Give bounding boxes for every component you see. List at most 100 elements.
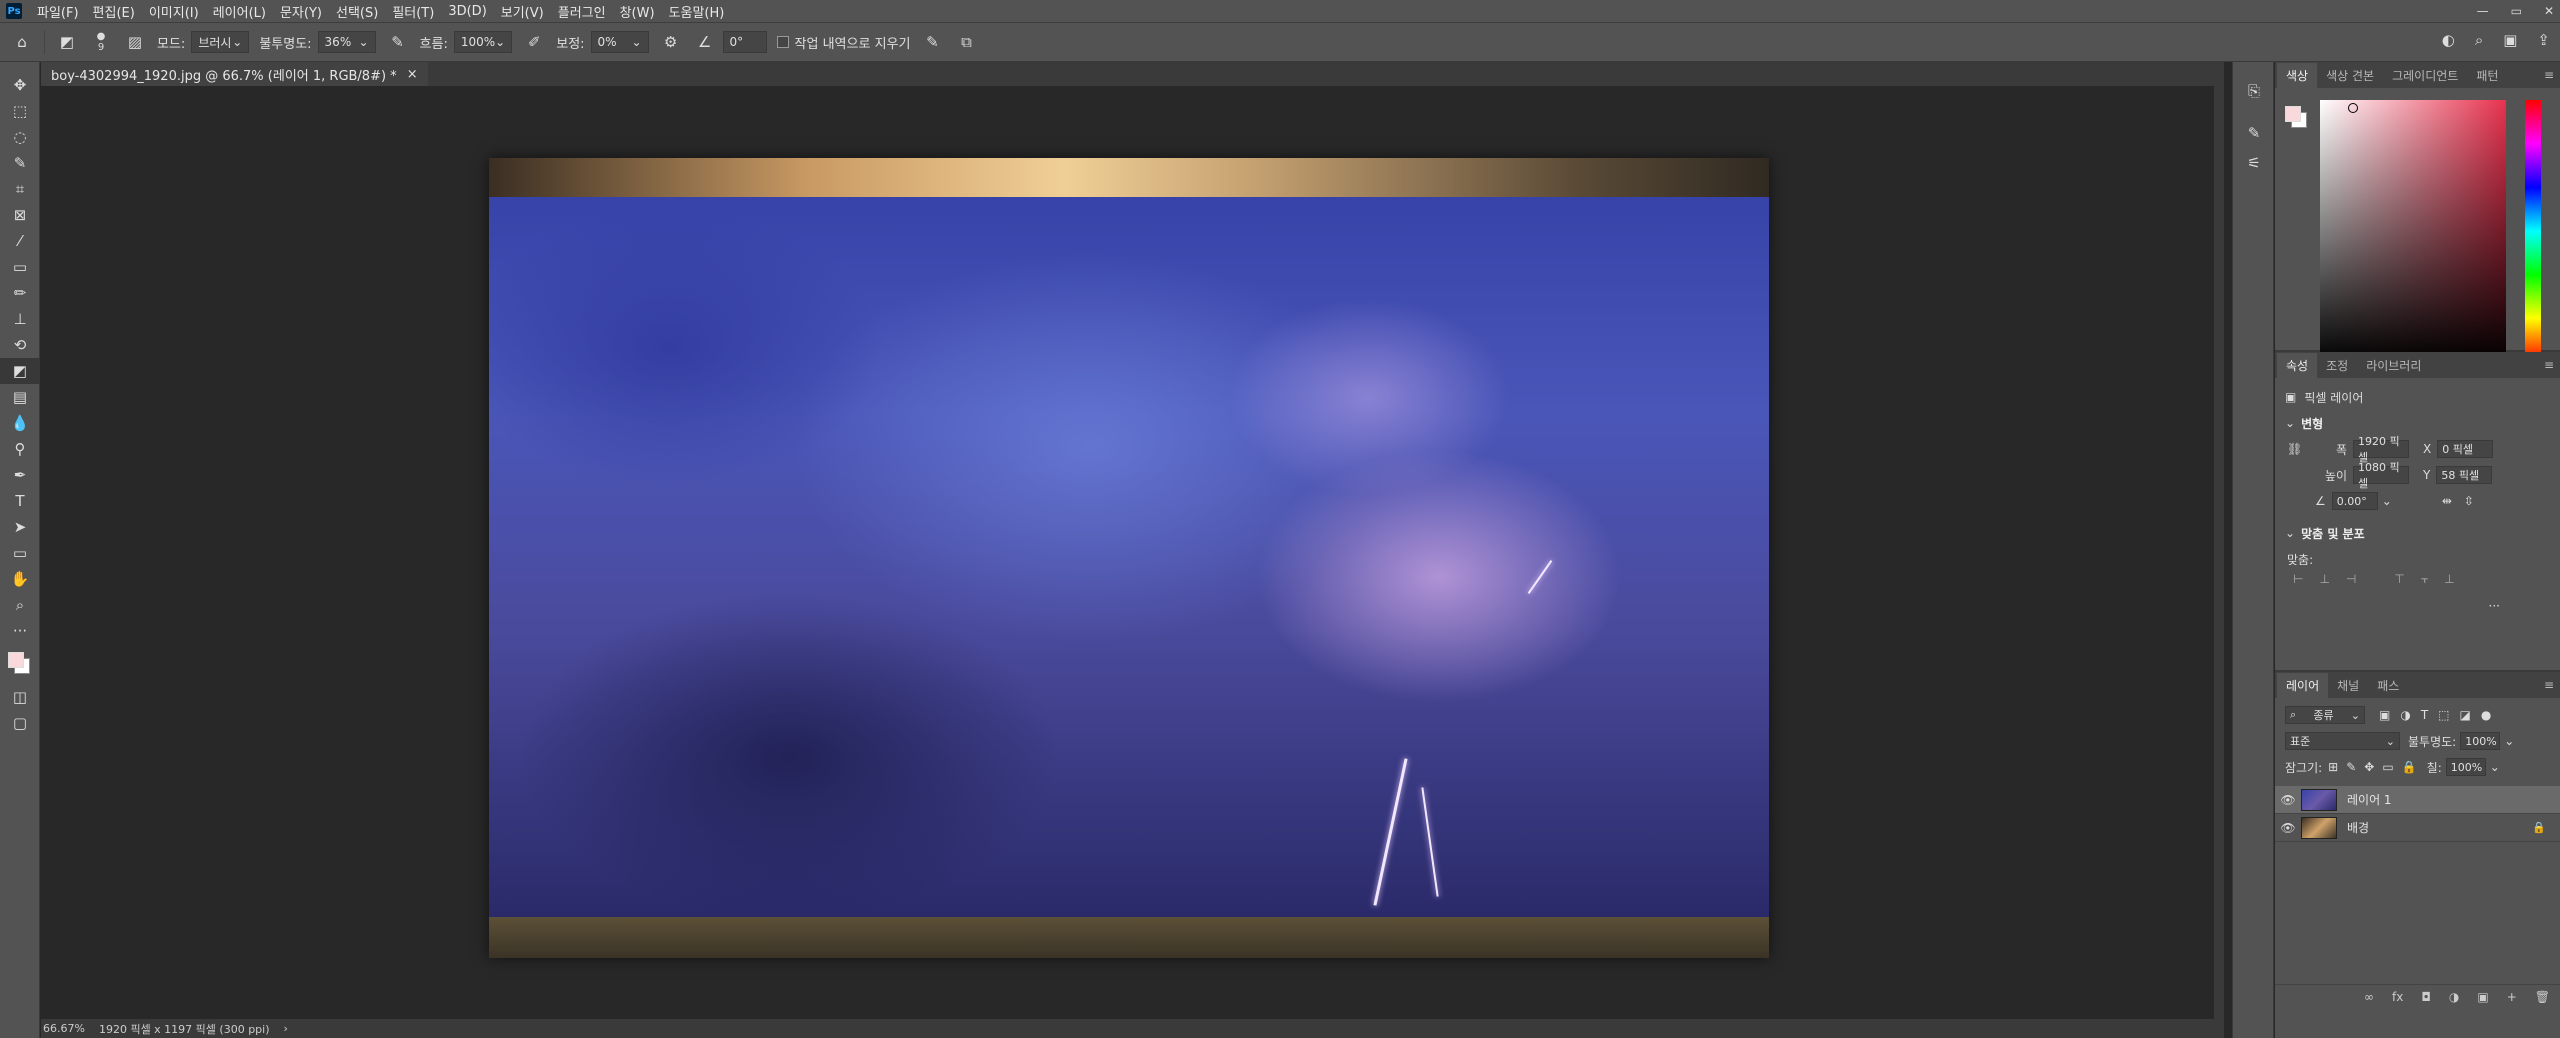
flow-field[interactable]: 100% ⌄ — [453, 31, 513, 53]
layer-style-icon[interactable]: fx — [2392, 990, 2403, 1004]
color-panel-foreground-swatch[interactable] — [2285, 106, 2301, 122]
menu-filter[interactable]: 필터(T) — [385, 2, 441, 21]
eyedropper-tool-icon[interactable]: ⁄ — [0, 228, 40, 254]
tab-properties[interactable]: 속성 — [2277, 353, 2318, 378]
history-brush-tool-icon[interactable]: ⟲ — [0, 332, 40, 358]
airbrush-icon[interactable]: ✐ — [522, 30, 546, 54]
tab-libraries[interactable]: 라이브러리 — [2357, 353, 2430, 378]
menu-layer[interactable]: 레이어(L) — [206, 2, 273, 21]
healing-tool-icon[interactable]: ▭ — [0, 254, 40, 280]
gear-icon[interactable]: ⚙ — [659, 30, 683, 54]
brush-settings-panel-icon[interactable]: ✎ — [2233, 118, 2275, 148]
tab-adjustments[interactable]: 조정 — [2317, 353, 2357, 378]
adjustment-layer-icon[interactable]: ◑ — [2449, 990, 2459, 1004]
menu-file[interactable]: 파일(F) — [30, 2, 86, 21]
document-tab[interactable]: boy-4302994_1920.jpg @ 66.7% (레이어 1, RGB… — [41, 62, 428, 86]
width-field[interactable]: 1920 픽셀 — [2353, 435, 2409, 464]
rotation-field[interactable]: 0.00° — [2331, 492, 2378, 510]
add-mask-icon[interactable]: ◘ — [2421, 990, 2431, 1004]
filter-adjust-icon[interactable]: ◑ — [2400, 708, 2410, 722]
delete-layer-icon[interactable]: 🗑 — [2535, 990, 2550, 1004]
zoom-level[interactable]: 66.67% — [43, 1022, 85, 1035]
workspace-icon[interactable]: ▣ — [2503, 31, 2517, 49]
marquee-tool-icon[interactable]: ⬚ — [0, 98, 40, 124]
search-icon[interactable]: ⌕ — [2475, 31, 2483, 49]
menu-plugins[interactable]: 플러그인 — [551, 2, 613, 21]
x-field[interactable]: 0 픽셀 — [2437, 440, 2494, 458]
visibility-eye-icon[interactable]: 👁 — [2275, 793, 2301, 807]
filter-type-icon[interactable]: T — [2421, 708, 2428, 722]
home-icon[interactable]: ⌂ — [10, 30, 34, 54]
more-tools-icon[interactable]: ··· — [0, 618, 40, 644]
menu-select[interactable]: 선택(S) — [329, 2, 385, 21]
panel-menu-icon[interactable]: ≡ — [2544, 678, 2554, 692]
flip-horizontal-icon[interactable]: ⇹ — [2442, 494, 2452, 508]
align-top-icon[interactable]: ⊤ — [2394, 572, 2404, 587]
menu-type[interactable]: 문자(Y) — [273, 2, 329, 21]
fill-field[interactable]: 100% — [2445, 758, 2486, 776]
angle-field[interactable]: 0° — [722, 31, 767, 53]
pressure-opacity-icon[interactable]: ✎ — [386, 30, 410, 54]
lock-position-icon[interactable]: ✥ — [2364, 760, 2374, 774]
share-icon[interactable]: ⇪ — [2537, 31, 2550, 49]
transform-section-header[interactable]: ⌄ 변형 — [2275, 410, 2560, 436]
flip-vertical-icon[interactable]: ⇳ — [2464, 494, 2474, 508]
gradient-tool-icon[interactable]: ▤ — [0, 384, 40, 410]
menu-help[interactable]: 도움말(H) — [662, 2, 732, 21]
filter-pixel-icon[interactable]: ▣ — [2379, 708, 2390, 722]
eraser-tool-icon[interactable]: ◩ — [0, 358, 40, 384]
hue-slider[interactable] — [2525, 100, 2541, 362]
frame-tool-icon[interactable]: ⊠ — [0, 202, 40, 228]
align-center-v-icon[interactable]: ⫟ — [2421, 572, 2428, 587]
quick-select-tool-icon[interactable]: ✎ — [0, 150, 40, 176]
blur-tool-icon[interactable]: 💧 — [0, 410, 40, 436]
lock-transparent-icon[interactable]: ⊞ — [2328, 760, 2338, 774]
menu-view[interactable]: 보기(V) — [494, 2, 551, 21]
align-center-h-icon[interactable]: ⊥ — [2319, 572, 2329, 587]
new-layer-icon[interactable]: + — [2507, 990, 2517, 1004]
pen-tool-icon[interactable]: ✒ — [0, 462, 40, 488]
canvas[interactable] — [489, 158, 1769, 958]
minimize-button[interactable]: — — [2477, 4, 2489, 18]
smoothing-field[interactable]: 0% ⌄ — [590, 31, 649, 53]
color-picker-handle[interactable] — [2348, 103, 2358, 113]
lasso-tool-icon[interactable]: ◌ — [0, 124, 40, 150]
link-layers-icon[interactable]: ∞ — [2364, 990, 2374, 1004]
group-icon[interactable]: ▣ — [2477, 990, 2488, 1004]
filter-toggle-icon[interactable]: ● — [2481, 708, 2491, 722]
close-button[interactable]: ✕ — [2544, 4, 2554, 18]
restore-button[interactable]: ▭ — [2511, 4, 2522, 18]
type-tool-icon[interactable]: T — [0, 488, 40, 514]
chevron-down-icon[interactable]: ⌄ — [2490, 760, 2500, 774]
align-section-header[interactable]: ⌄ 맞춤 및 분포 — [2275, 520, 2560, 546]
erase-history-checkbox[interactable] — [776, 36, 789, 48]
chevron-down-icon[interactable]: ⌄ — [2382, 494, 2392, 508]
tab-channels[interactable]: 채널 — [2328, 673, 2368, 698]
lock-all-icon[interactable]: 🔒 — [2402, 760, 2417, 774]
hand-tool-icon[interactable]: ✋ — [0, 566, 40, 592]
panel-menu-icon[interactable]: ≡ — [2544, 68, 2554, 82]
align-right-icon[interactable]: ⊣ — [2346, 572, 2356, 587]
y-field[interactable]: 58 픽셀 — [2436, 466, 2493, 484]
tab-swatches[interactable]: 색상 견본 — [2317, 63, 2383, 88]
adjustments-panel-icon[interactable]: ⚟ — [2233, 148, 2275, 178]
filter-shape-icon[interactable]: ⬚ — [2438, 708, 2449, 722]
opacity-field[interactable]: 36% ⌄ — [317, 31, 376, 53]
status-arrow[interactable]: › — [284, 1022, 288, 1035]
tab-gradients[interactable]: 그레이디언트 — [2383, 63, 2467, 88]
brush-settings-icon[interactable]: ▨ — [123, 30, 147, 54]
more-options-button[interactable]: ··· — [2489, 599, 2500, 613]
brush-tool-icon[interactable]: ✏ — [0, 280, 40, 306]
panel-menu-icon[interactable]: ≡ — [2544, 358, 2554, 372]
layer-filter-select[interactable]: ⌕ 종류 ⌄ — [2285, 706, 2365, 724]
brush-size-picker[interactable]: ● 9 — [89, 30, 113, 54]
blend-mode-select[interactable]: 표준 ⌄ — [2285, 732, 2400, 750]
menu-3d[interactable]: 3D(D) — [441, 4, 493, 19]
visibility-eye-icon[interactable]: 👁 — [2275, 821, 2301, 835]
symmetry-icon[interactable]: ⧉ — [954, 30, 978, 54]
layer-name[interactable]: 레이어 1 — [2347, 791, 2392, 808]
menu-edit[interactable]: 편집(E) — [86, 2, 142, 21]
close-tab-icon[interactable]: × — [407, 67, 418, 82]
quick-mask-icon[interactable]: ◫ — [0, 684, 40, 710]
align-left-icon[interactable]: ⊢ — [2293, 572, 2303, 587]
